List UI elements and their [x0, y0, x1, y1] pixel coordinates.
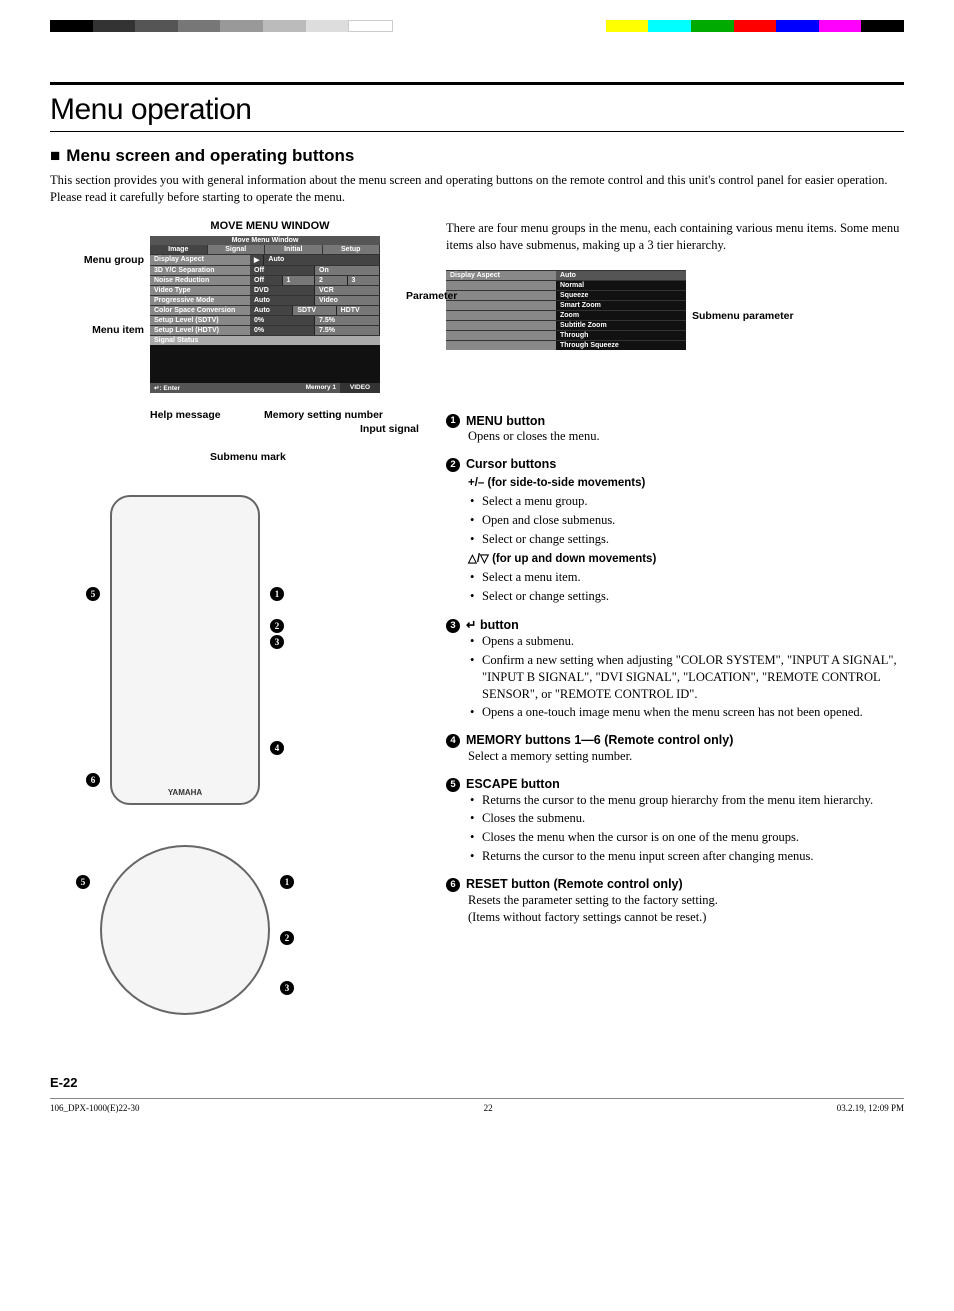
label-submenu-mark: Submenu mark	[210, 451, 286, 463]
button-desc-6: 6RESET button (Remote control only)Reset…	[446, 877, 904, 925]
move-menu-label: MOVE MENU WINDOW	[120, 220, 420, 232]
button-desc-2: 2Cursor buttons+/– (for side-to-side mov…	[446, 457, 904, 605]
label-parameter: Parameter	[406, 290, 864, 302]
tab-setup: Setup	[323, 245, 381, 254]
menu-header: Move Menu Window	[150, 236, 380, 245]
label-memory-setting: Memory setting number	[264, 409, 383, 421]
main-menu-table: Move Menu Window Image Signal Initial Se…	[150, 236, 380, 393]
label-input-signal: Input signal	[360, 423, 419, 435]
remote-control-diagram: 1 2 3 4 5 6	[50, 495, 420, 805]
registration-colorbar	[50, 20, 904, 32]
tab-signal: Signal	[208, 245, 266, 254]
label-help-message: Help message	[150, 409, 221, 421]
tab-initial: Initial	[265, 245, 323, 254]
button-desc-4: 4MEMORY buttons 1—6 (Remote control only…	[446, 733, 904, 765]
page-number: E-22	[50, 1075, 904, 1090]
tab-image: Image	[150, 245, 208, 254]
section-heading: Menu screen and operating buttons	[50, 146, 904, 166]
menu-diagram: Menu group Menu item Move Menu Window Im…	[50, 236, 420, 469]
submenu-table: Display AspectAuto Normal Squeeze Smart …	[446, 270, 686, 350]
label-submenu-parameter: Submenu parameter	[692, 310, 794, 322]
button-desc-1: 1MENU buttonOpens or closes the menu.	[446, 414, 904, 446]
button-desc-5: 5ESCAPE buttonReturns the cursor to the …	[446, 777, 904, 865]
label-menu-item: Menu item	[44, 324, 144, 336]
intro-text: This section provides you with general i…	[50, 172, 904, 206]
button-desc-3: 3↵ buttonOpens a submenu.Confirm a new s…	[446, 617, 904, 721]
control-panel-diagram: 1 2 3 5	[50, 845, 420, 1015]
label-menu-group: Menu group	[44, 254, 144, 266]
footer-info: 106_DPX-1000(E)22-30 22 03.2.19, 12:09 P…	[50, 1098, 904, 1113]
page-title: Menu operation	[50, 93, 904, 127]
menu-tabs: Image Signal Initial Setup	[150, 245, 380, 254]
right-intro: There are four menu groups in the menu, …	[446, 220, 904, 254]
